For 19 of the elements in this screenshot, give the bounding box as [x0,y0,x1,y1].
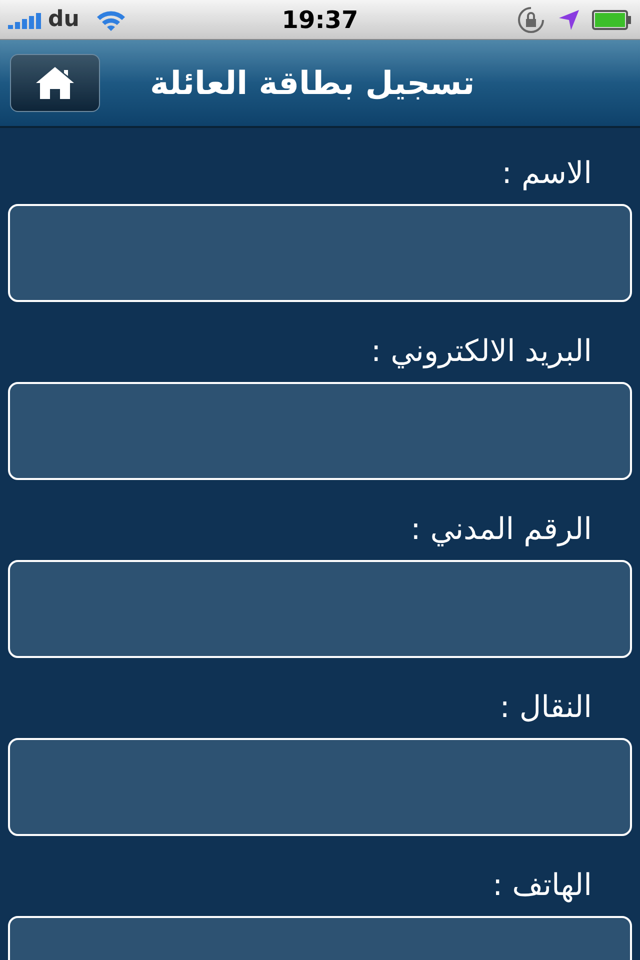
rotation-lock-icon [516,4,546,34]
input-field[interactable] [8,204,632,302]
field-label: الاسم : [502,155,592,193]
clock-time: 19:37 [282,4,358,36]
input-field[interactable] [8,738,632,836]
field-label: الرقم المدني : [410,511,592,549]
home-icon [35,65,75,101]
wifi-icon [95,8,128,30]
battery-icon [592,10,632,30]
home-button[interactable] [10,54,100,112]
input-field[interactable] [8,382,632,480]
input-field[interactable] [8,560,632,658]
page-title: تسجيل بطاقة العائلة [150,63,475,104]
location-arrow-icon [558,8,580,30]
carrier-name: du [48,6,80,34]
signal-icon [8,10,44,28]
field-label: النقال : [500,689,592,727]
field-label: الهاتف : [492,867,592,905]
field-label: البريد الالكتروني : [371,333,592,371]
